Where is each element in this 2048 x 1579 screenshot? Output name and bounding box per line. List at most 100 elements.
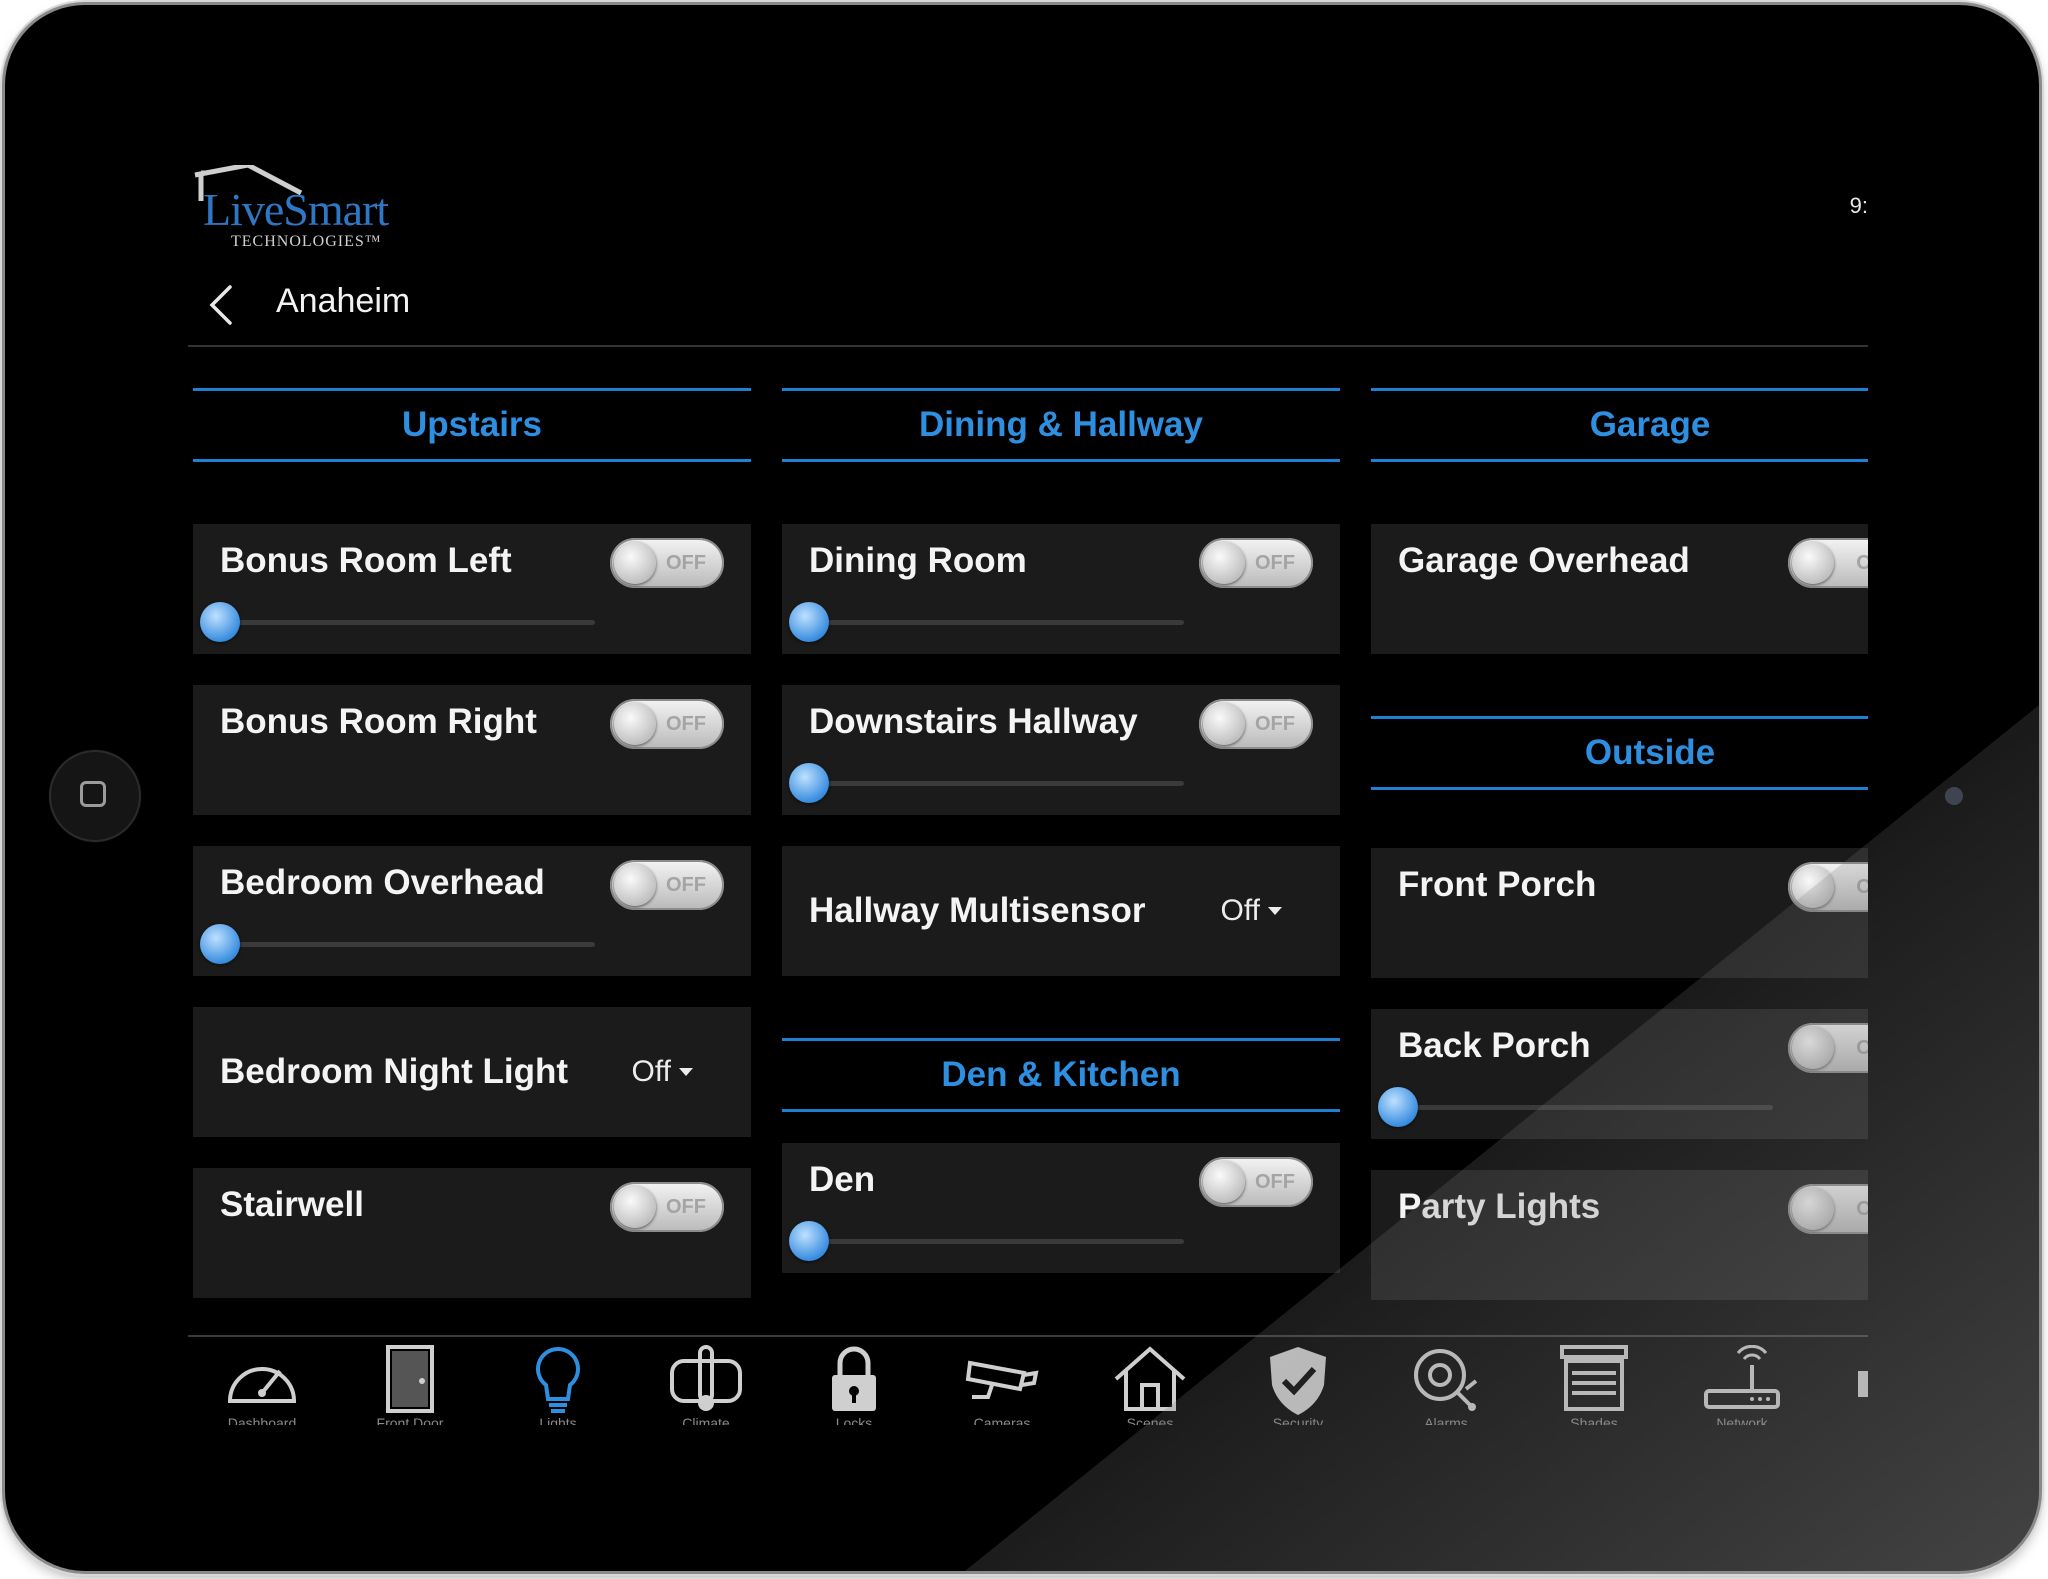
nav-item-dashboard[interactable]: Dashboard bbox=[188, 1337, 336, 1425]
power-toggle[interactable]: OF bbox=[1788, 1184, 1868, 1234]
back-chevron-icon[interactable] bbox=[206, 283, 236, 327]
device-card-party-lights: Party Lights OF bbox=[1371, 1170, 1868, 1300]
page-title: Anaheim bbox=[276, 282, 411, 320]
slider-thumb[interactable] bbox=[200, 602, 240, 642]
device-label: Back Porch bbox=[1398, 1026, 1591, 1065]
toggle-state-text: OF bbox=[1856, 876, 1868, 898]
nav-item-security[interactable]: Security bbox=[1224, 1337, 1372, 1425]
nav-item-climate[interactable]: Climate bbox=[632, 1337, 780, 1425]
nav-label: Scenes bbox=[1126, 1415, 1174, 1425]
power-toggle[interactable]: OF bbox=[1788, 538, 1868, 588]
toggle-knob bbox=[1203, 703, 1245, 745]
nav-label: Lights bbox=[539, 1415, 577, 1425]
dimmer-slider[interactable] bbox=[789, 1221, 1184, 1261]
nav-item-alarms[interactable]: Alarms bbox=[1372, 1337, 1520, 1425]
device-label: Dining Room bbox=[809, 541, 1027, 580]
toggle-knob bbox=[1792, 866, 1834, 908]
section-header-garage: Garage bbox=[1371, 388, 1868, 462]
app-screen: LiveSmart TECHNOLOGIES™ 9: Anaheim Upsta… bbox=[188, 165, 1868, 1425]
power-toggle[interactable]: OFF bbox=[1199, 538, 1313, 588]
dropdown-value: Off bbox=[1220, 894, 1260, 927]
nav-item-locks[interactable]: Locks bbox=[780, 1337, 928, 1425]
device-card-den: Den OFF bbox=[782, 1143, 1340, 1273]
toggle-state-text: OF bbox=[1856, 552, 1868, 574]
livesmart-logo: LiveSmart TECHNOLOGIES™ bbox=[193, 165, 433, 255]
status-clock: 9: bbox=[1849, 193, 1868, 218]
header-divider bbox=[188, 345, 1868, 347]
device-card-bedroom-overhead: Bedroom Overhead OFF bbox=[193, 846, 751, 976]
toggle-state-text: OF bbox=[1856, 1198, 1868, 1220]
power-toggle[interactable]: OF bbox=[1788, 1023, 1868, 1073]
dimmer-slider[interactable] bbox=[200, 602, 595, 642]
dimmer-slider[interactable] bbox=[789, 763, 1184, 803]
nav-item-more[interactable]: More bbox=[1816, 1337, 1868, 1425]
toggle-state-text: OF bbox=[1856, 1037, 1868, 1059]
nav-item-front-door[interactable]: Front Door bbox=[336, 1337, 484, 1425]
device-card-hallway-multisensor: Hallway Multisensor Off bbox=[782, 846, 1340, 976]
toggle-knob bbox=[614, 1186, 656, 1228]
slider-thumb[interactable] bbox=[200, 924, 240, 964]
power-toggle[interactable]: OFF bbox=[610, 538, 724, 588]
nav-label: Climate bbox=[682, 1415, 730, 1425]
nav-label: Front Door bbox=[376, 1415, 444, 1425]
home-button[interactable] bbox=[49, 750, 141, 842]
toggle-state-text: OFF bbox=[1255, 713, 1295, 735]
logo-wordmark: LiveSmart bbox=[203, 184, 389, 235]
device-label: Downstairs Hallway bbox=[809, 702, 1138, 741]
nav-label: Locks bbox=[835, 1415, 873, 1425]
nav-item-network[interactable]: Network bbox=[1668, 1337, 1816, 1425]
device-card-downstairs-hallway: Downstairs Hallway OFF bbox=[782, 685, 1340, 815]
toggle-knob bbox=[1203, 542, 1245, 584]
nav-label: Alarms bbox=[1424, 1415, 1468, 1425]
device-card-dining-room: Dining Room OFF bbox=[782, 524, 1340, 654]
device-card-garage-overhead: Garage Overhead OF bbox=[1371, 524, 1868, 654]
toggle-state-text: OFF bbox=[1255, 552, 1295, 574]
nav-label: Dashboard bbox=[227, 1415, 297, 1425]
power-toggle[interactable]: OFF bbox=[610, 1182, 724, 1232]
power-toggle[interactable]: OFF bbox=[1199, 699, 1313, 749]
mode-dropdown[interactable]: Off bbox=[1221, 846, 1282, 976]
device-card-back-porch: Back Porch OF bbox=[1371, 1009, 1868, 1139]
caret-down-icon bbox=[1268, 907, 1282, 915]
device-label: Bonus Room Left bbox=[220, 541, 512, 580]
slider-thumb[interactable] bbox=[789, 763, 829, 803]
toggle-knob bbox=[1203, 1161, 1245, 1203]
device-label: Bedroom Overhead bbox=[220, 863, 545, 902]
dimmer-slider[interactable] bbox=[1378, 1087, 1773, 1127]
device-card-bedroom-night-light: Bedroom Night Light Off bbox=[193, 1007, 751, 1137]
toggle-state-text: OFF bbox=[1255, 1171, 1295, 1193]
dimmer-slider[interactable] bbox=[789, 602, 1184, 642]
device-label: Stairwell bbox=[220, 1185, 364, 1224]
toggle-knob bbox=[1792, 1188, 1834, 1230]
dimmer-slider[interactable] bbox=[200, 924, 595, 964]
slider-thumb[interactable] bbox=[789, 1221, 829, 1261]
device-label: Den bbox=[809, 1160, 876, 1199]
dropdown-value: Off bbox=[631, 1055, 671, 1088]
bottom-nav-bar: Dashboard Front Door Lights Climate Locks Cam… bbox=[188, 1337, 1868, 1425]
slider-thumb[interactable] bbox=[1378, 1087, 1418, 1127]
power-toggle[interactable]: OF bbox=[1788, 862, 1868, 912]
nav-item-scenes[interactable]: Scenes bbox=[1076, 1337, 1224, 1425]
toggle-state-text: OFF bbox=[666, 874, 706, 896]
toggle-state-text: OFF bbox=[666, 713, 706, 735]
nav-item-lights[interactable]: Lights bbox=[484, 1337, 632, 1425]
nav-label: Shades bbox=[1570, 1415, 1618, 1425]
toggle-knob bbox=[614, 703, 656, 745]
power-toggle[interactable]: OFF bbox=[1199, 1157, 1313, 1207]
mode-dropdown[interactable]: Off bbox=[632, 1007, 693, 1137]
slider-thumb[interactable] bbox=[789, 602, 829, 642]
power-toggle[interactable]: OFF bbox=[610, 699, 724, 749]
device-label: Bonus Room Right bbox=[220, 702, 537, 741]
device-card-front-porch: Front Porch OF bbox=[1371, 848, 1868, 978]
device-label: Party Lights bbox=[1398, 1187, 1601, 1226]
nav-label: Cameras bbox=[973, 1415, 1031, 1425]
nav-item-cameras[interactable]: Cameras bbox=[928, 1337, 1076, 1425]
device-label: Garage Overhead bbox=[1398, 541, 1690, 580]
logo-subtitle: TECHNOLOGIES™ bbox=[231, 233, 382, 250]
nav-label: Security bbox=[1272, 1415, 1324, 1425]
nav-item-shades[interactable]: Shades bbox=[1520, 1337, 1668, 1425]
section-header-dining-and-hallway: Dining & Hallway bbox=[782, 388, 1340, 462]
power-toggle[interactable]: OFF bbox=[610, 860, 724, 910]
toggle-knob bbox=[1792, 542, 1834, 584]
device-label: Hallway Multisensor bbox=[809, 891, 1146, 930]
